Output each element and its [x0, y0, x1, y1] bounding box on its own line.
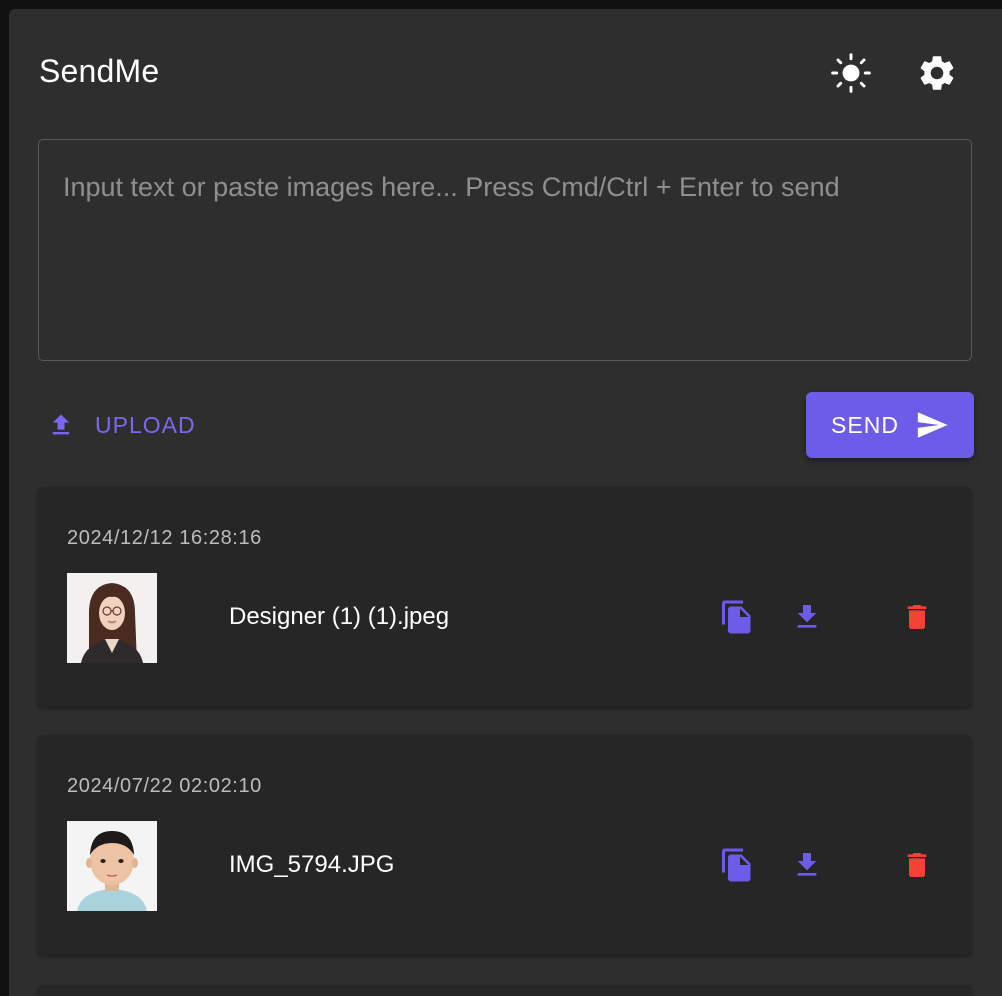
download-button[interactable] [785, 595, 829, 639]
message-card: 2024/12/12 16:28:16 Designer (1) (1).jpe… [38, 487, 972, 707]
theme-toggle-button[interactable] [827, 49, 875, 97]
copy-button[interactable] [715, 843, 759, 887]
send-button-label: SEND [831, 411, 899, 438]
file-name: Designer (1) (1).jpeg [229, 603, 450, 630]
send-icon [917, 412, 948, 438]
brightness-icon [831, 53, 871, 93]
delete-button[interactable] [895, 843, 939, 887]
message-card [38, 985, 972, 996]
upload-button[interactable]: UPLOAD [47, 403, 196, 447]
gear-icon [920, 56, 954, 90]
message-input-box [38, 139, 972, 361]
trash-icon [907, 853, 927, 877]
woman-portrait-image[interactable] [67, 573, 157, 663]
upload-button-label: UPLOAD [95, 411, 196, 438]
message-timestamp: 2024/12/12 16:28:16 [67, 527, 262, 549]
download-button[interactable] [785, 843, 829, 887]
upload-icon [52, 414, 70, 435]
message-timestamp: 2024/07/22 02:02:10 [67, 775, 262, 797]
settings-button[interactable] [913, 49, 961, 97]
delete-button[interactable] [895, 595, 939, 639]
copy-icon [722, 848, 751, 882]
app-window: SendMe Input text or paste images here..… [9, 9, 1002, 996]
copy-button[interactable] [715, 595, 759, 639]
trash-icon [907, 605, 927, 629]
copy-icon [722, 600, 751, 634]
message-input[interactable] [39, 140, 971, 360]
download-icon [797, 853, 817, 876]
app-header: SendMe [9, 9, 1002, 129]
send-button[interactable]: SEND [806, 392, 974, 458]
download-icon [797, 605, 817, 628]
app-title: SendMe [39, 53, 160, 89]
message-card: 2024/07/22 02:02:10 IMG_5794.JPG [38, 735, 972, 955]
child-portrait-image[interactable] [67, 821, 157, 911]
file-name: IMG_5794.JPG [229, 851, 395, 878]
